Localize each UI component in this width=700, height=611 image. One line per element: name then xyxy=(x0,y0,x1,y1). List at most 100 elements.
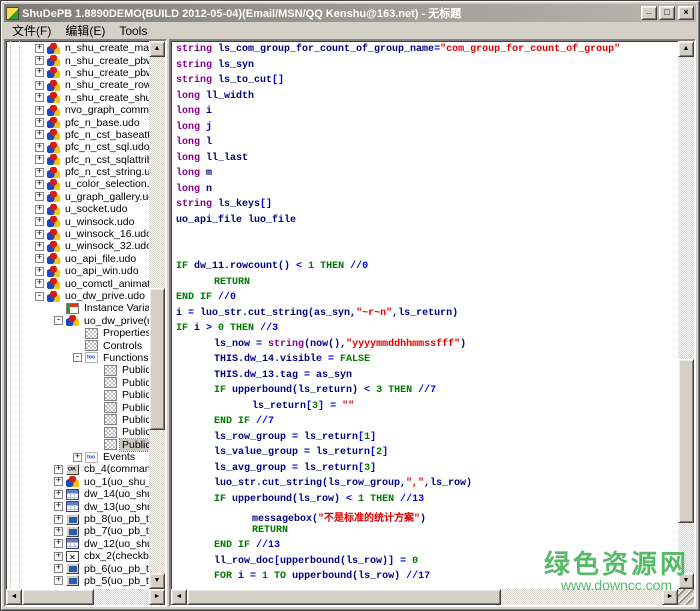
code-horizontal-scrollbar[interactable]: ◄ ► xyxy=(171,589,678,605)
tree-item[interactable]: +uo_api_win.udo xyxy=(7,265,149,277)
expand-icon[interactable]: + xyxy=(54,576,63,585)
collapse-icon[interactable]: - xyxy=(35,292,44,301)
collapse-icon[interactable]: - xyxy=(73,353,82,362)
expand-icon[interactable]: + xyxy=(35,205,44,214)
tree-item[interactable]: +Events xyxy=(7,451,149,463)
scroll-thumb[interactable] xyxy=(678,359,694,523)
tree-item[interactable]: +nvo_graph_commdlg.u xyxy=(7,104,149,116)
expand-icon[interactable]: + xyxy=(35,81,44,90)
tree-item[interactable]: Public func xyxy=(7,389,149,401)
code-vertical-scrollbar[interactable]: ▲ ▼ xyxy=(678,41,694,589)
expand-icon[interactable]: + xyxy=(35,242,44,251)
tree-item[interactable]: +dw_12(uo_shu_dw xyxy=(7,538,149,550)
expand-icon[interactable]: + xyxy=(54,477,63,486)
expand-icon[interactable]: + xyxy=(54,552,63,561)
tree-item[interactable]: Public func xyxy=(7,401,149,413)
expand-icon[interactable]: + xyxy=(54,502,63,511)
tree-item[interactable]: +uo_1(uo_shu_dw_ xyxy=(7,476,149,488)
tree-item[interactable]: +n_shu_create_pbws32 xyxy=(7,67,149,79)
tree-item[interactable]: -Functions xyxy=(7,352,149,364)
expand-icon[interactable]: + xyxy=(35,143,44,152)
tree-item[interactable]: Instance Variables xyxy=(7,302,149,314)
close-button[interactable]: × xyxy=(678,6,694,20)
expand-icon[interactable]: + xyxy=(35,192,44,201)
tree-item[interactable]: Controls xyxy=(7,339,149,351)
tree-horizontal-scrollbar[interactable]: ◄ ► xyxy=(6,589,165,605)
tree-item[interactable]: +u_winsock_16.udo xyxy=(7,228,149,240)
expand-icon[interactable]: + xyxy=(54,465,63,474)
expand-icon[interactable]: + xyxy=(35,68,44,77)
expand-icon[interactable]: + xyxy=(35,130,44,139)
tree-item[interactable]: +uo_api_file.udo xyxy=(7,253,149,265)
tree-item[interactable]: Properties xyxy=(7,327,149,339)
tree-item[interactable]: Public func xyxy=(7,439,149,451)
tree-item[interactable]: -uo_dw_prive.udo xyxy=(7,290,149,302)
tree-item[interactable]: +pb_7(uo_pb_toolti xyxy=(7,525,149,537)
tree-item[interactable]: Public func xyxy=(7,364,149,376)
tree-item[interactable]: +n_shu_create_makeca xyxy=(7,42,149,54)
tree-item[interactable]: -uo_dw_prive(user xyxy=(7,315,149,327)
expand-icon[interactable]: + xyxy=(35,180,44,189)
tree-item[interactable]: +n_shu_create_pbws_c xyxy=(7,54,149,66)
expand-icon[interactable]: + xyxy=(35,267,44,276)
tree-item[interactable]: Public func xyxy=(7,426,149,438)
tree-item[interactable]: Public func xyxy=(7,377,149,389)
tree-item[interactable]: +u_graph_gallery.udo xyxy=(7,191,149,203)
scroll-right-button[interactable]: ► xyxy=(662,589,678,605)
minimize-button[interactable]: _ xyxy=(641,6,657,20)
tree-item[interactable]: +dw_13(uo_shu_dw xyxy=(7,500,149,512)
scroll-left-button[interactable]: ◄ xyxy=(6,589,22,605)
scroll-thumb[interactable] xyxy=(22,589,94,605)
tree-item[interactable]: +uo_comctl_animate.uc xyxy=(7,277,149,289)
tree-item[interactable]: +pfc_n_base.udo xyxy=(7,116,149,128)
tree-item[interactable]: +pfc_n_cst_string.udo xyxy=(7,166,149,178)
tree-vertical-scrollbar[interactable]: ▲ ▼ xyxy=(149,41,165,589)
expand-icon[interactable]: + xyxy=(35,168,44,177)
scroll-thumb[interactable] xyxy=(149,288,165,430)
tree-item[interactable]: +u_color_selection.udo xyxy=(7,178,149,190)
tree-item[interactable]: +u_winsock.udo xyxy=(7,215,149,227)
code-lines[interactable]: string ls_com_group_for_count_of_group_n… xyxy=(172,42,678,589)
tree-item[interactable]: +pb_5(uo_pb_toolti xyxy=(7,575,149,587)
tree-item[interactable]: Public func xyxy=(7,414,149,426)
expand-icon[interactable]: + xyxy=(54,515,63,524)
expand-icon[interactable]: + xyxy=(35,279,44,288)
tree-item[interactable]: +dw_14(uo_shu_dw xyxy=(7,488,149,500)
scroll-up-button[interactable]: ▲ xyxy=(149,41,165,57)
tree-item[interactable]: +pb_6(uo_pb_toolti xyxy=(7,562,149,574)
tree-item[interactable]: +cb_4(commandbut xyxy=(7,463,149,475)
scroll-up-button[interactable]: ▲ xyxy=(678,41,694,57)
collapse-icon[interactable]: - xyxy=(54,316,63,325)
tree-item[interactable]: +pb_8(uo_pb_toolti xyxy=(7,513,149,525)
menu-item[interactable]: Tools xyxy=(112,23,154,39)
tree-item[interactable]: +pfc_n_cst_baseattrib. xyxy=(7,129,149,141)
expand-icon[interactable]: + xyxy=(35,44,44,53)
scroll-right-button[interactable]: ► xyxy=(149,589,165,605)
expand-icon[interactable]: + xyxy=(35,254,44,263)
expand-icon[interactable]: + xyxy=(35,118,44,127)
scroll-down-button[interactable]: ▼ xyxy=(149,573,165,589)
maximize-button[interactable]: □ xyxy=(659,6,675,20)
tree-item[interactable]: +n_shu_create_row_icc xyxy=(7,79,149,91)
expand-icon[interactable]: + xyxy=(35,217,44,226)
expand-icon[interactable]: + xyxy=(35,56,44,65)
expand-icon[interactable]: + xyxy=(35,106,44,115)
expand-icon[interactable]: + xyxy=(73,453,82,462)
expand-icon[interactable]: + xyxy=(35,93,44,102)
tree-item[interactable]: +n_shu_create_shu_ter xyxy=(7,92,149,104)
tree-item[interactable]: +cbx_2(checkbox) xyxy=(7,550,149,562)
tree-item[interactable]: +u_winsock_32.udo xyxy=(7,240,149,252)
expand-icon[interactable]: + xyxy=(54,539,63,548)
expand-icon[interactable]: + xyxy=(35,155,44,164)
scroll-down-button[interactable]: ▼ xyxy=(678,573,694,589)
resize-grip[interactable] xyxy=(678,589,694,605)
menu-item[interactable]: 编辑(E) xyxy=(58,21,112,40)
tree-item[interactable]: +pfc_n_cst_sql.udo xyxy=(7,141,149,153)
scroll-left-button[interactable]: ◄ xyxy=(171,589,187,605)
tree-item[interactable]: +u_socket.udo xyxy=(7,203,149,215)
expand-icon[interactable]: + xyxy=(35,230,44,239)
expand-icon[interactable]: + xyxy=(54,564,63,573)
title-bar[interactable]: ShuDePB 1.8890DEMO(BUILD 2012-05-04)(Ema… xyxy=(4,4,696,22)
expand-icon[interactable]: + xyxy=(54,490,63,499)
expand-icon[interactable]: + xyxy=(54,527,63,536)
